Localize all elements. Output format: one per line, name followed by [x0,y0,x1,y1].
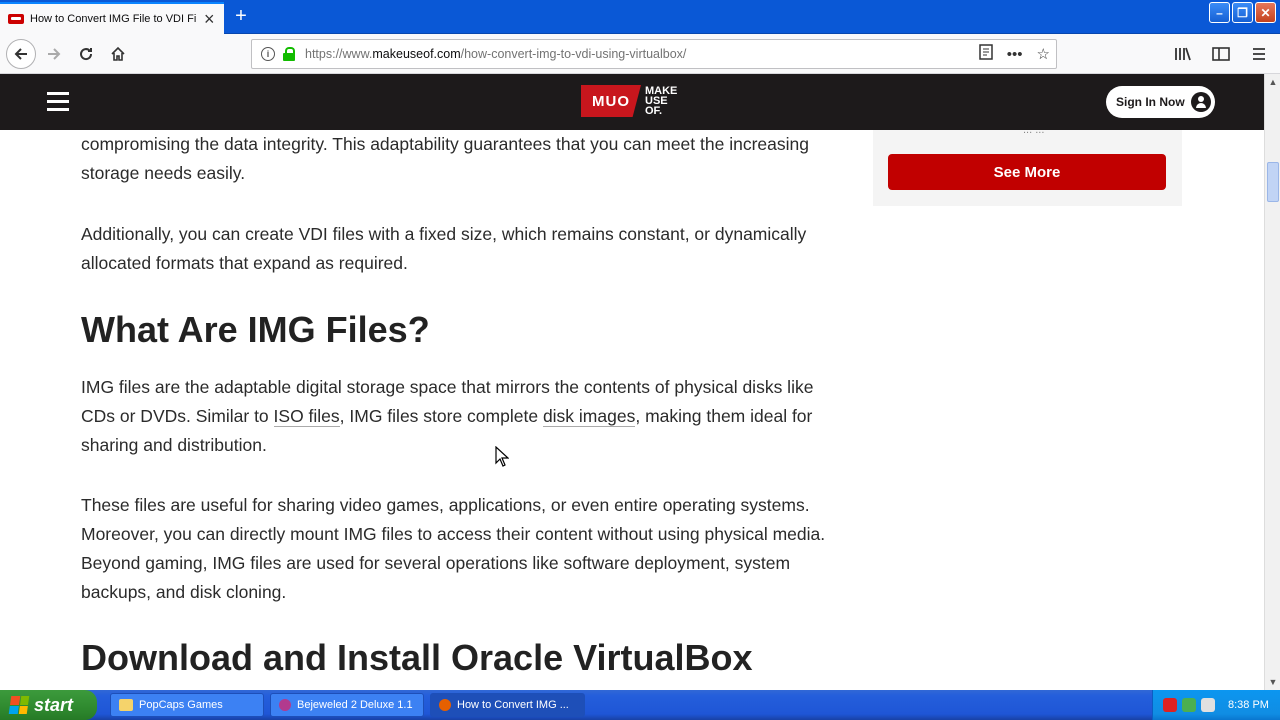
logo-wordmark: MAKE USE OF. [645,85,678,117]
browser-nav-bar: i https://www.makeuseof.com/how-convert-… [0,34,1280,74]
tab-close-icon[interactable]: × [204,10,215,28]
new-tab-button[interactable]: + [230,4,252,28]
paragraph: compromising the data integrity. This ad… [81,134,809,183]
section-heading: Download and Install Oracle VirtualBox [81,637,753,678]
site-favicon-icon [8,14,24,24]
paragraph: These files are useful for sharing video… [81,495,826,602]
back-button[interactable] [6,39,36,69]
sign-in-button[interactable]: Sign In Now [1106,86,1215,118]
menu-icon[interactable] [1248,40,1270,68]
address-bar[interactable]: i https://www.makeuseof.com/how-convert-… [251,39,1057,69]
home-icon [111,46,125,61]
library-icon[interactable] [1172,40,1194,68]
taskbar-item-firefox[interactable]: How to Convert IMG ... [430,693,585,717]
scroll-up-icon[interactable]: ▲ [1265,74,1280,90]
window-controls: – ❐ ✕ [1209,2,1276,23]
taskbar-item-popcaps[interactable]: PopCaps Games [110,693,264,717]
taskbar: start PopCaps Games Bejeweled 2 Deluxe 1… [0,690,1280,720]
disk-images-link[interactable]: disk images [542,406,636,427]
paragraph: IMG files are the adaptable digital stor… [81,373,841,460]
paragraph: Additionally, you can create VDI files w… [81,224,807,273]
logo-mark: MUO [581,85,641,117]
sidebar-faded-text: ... ... [1023,124,1045,136]
taskbar-item-label: PopCaps Games [139,699,223,711]
site-header: MUO MAKE USE OF. Sign In Now [0,74,1264,130]
info-icon[interactable]: i [261,47,275,61]
reader-view-icon[interactable] [979,44,993,64]
volume-icon[interactable] [1201,698,1215,712]
site-logo[interactable]: MUO MAKE USE OF. [581,85,687,117]
windows-logo-icon [8,696,30,714]
url-text[interactable]: https://www.makeuseof.com/how-convert-im… [305,47,686,61]
browser-tab-strip: How to Convert IMG File to VDI Fi × + – … [0,0,1280,34]
home-button[interactable] [104,40,132,68]
reload-button[interactable] [72,40,100,68]
antivirus-icon[interactable] [1163,698,1177,712]
hamburger-menu-icon[interactable] [47,92,69,112]
network-icon[interactable] [1182,698,1196,712]
sign-in-label: Sign In Now [1116,95,1185,109]
forward-button[interactable] [40,40,68,68]
page-scrollbar[interactable]: ▲ ▼ [1264,74,1280,690]
arrow-left-icon [14,48,27,60]
minimize-button[interactable]: – [1209,2,1230,23]
taskbar-item-label: Bejeweled 2 Deluxe 1.1 [297,699,413,711]
close-window-button[interactable]: ✕ [1255,2,1276,23]
reload-icon [80,48,93,61]
scroll-thumb[interactable] [1267,162,1279,202]
sidebar-toggle-icon[interactable] [1210,40,1232,68]
url-prefix: https://www. [305,47,373,61]
browser-tab[interactable]: How to Convert IMG File to VDI Fi × [0,2,224,34]
tab-title: How to Convert IMG File to VDI Fi [30,13,197,25]
page-viewport: MUO MAKE USE OF. Sign In Now compromisin… [0,74,1264,690]
clock[interactable]: 8:38 PM [1228,699,1269,711]
url-path: /how-convert-img-to-vdi-using-virtualbox… [460,47,687,61]
taskbar-item-label: How to Convert IMG ... [457,699,569,711]
system-tray: 8:38 PM [1152,690,1280,720]
user-avatar-icon [1191,92,1211,112]
see-more-button[interactable]: See More [888,154,1166,190]
lock-icon[interactable] [283,47,295,61]
taskbar-item-bejeweled[interactable]: Bejeweled 2 Deluxe 1.1 [270,693,424,717]
arrow-right-icon [48,48,61,60]
firefox-icon [439,699,451,711]
maximize-button[interactable]: ❐ [1232,2,1253,23]
folder-icon [119,699,133,711]
sidebar-widget: ... ... See More [873,124,1182,206]
url-domain: makeuseof.com [372,47,461,61]
bookmark-star-icon[interactable]: ☆ [1037,45,1050,63]
page-actions-icon[interactable]: ••• [1007,46,1023,63]
gem-icon [279,699,291,711]
start-button[interactable]: start [0,690,97,720]
section-heading: What Are IMG Files? [81,309,430,350]
start-label: start [34,694,74,715]
paragraph-text: , IMG files store complete [339,406,543,426]
scroll-down-icon[interactable]: ▼ [1265,674,1280,690]
iso-files-link[interactable]: ISO files [273,406,340,427]
